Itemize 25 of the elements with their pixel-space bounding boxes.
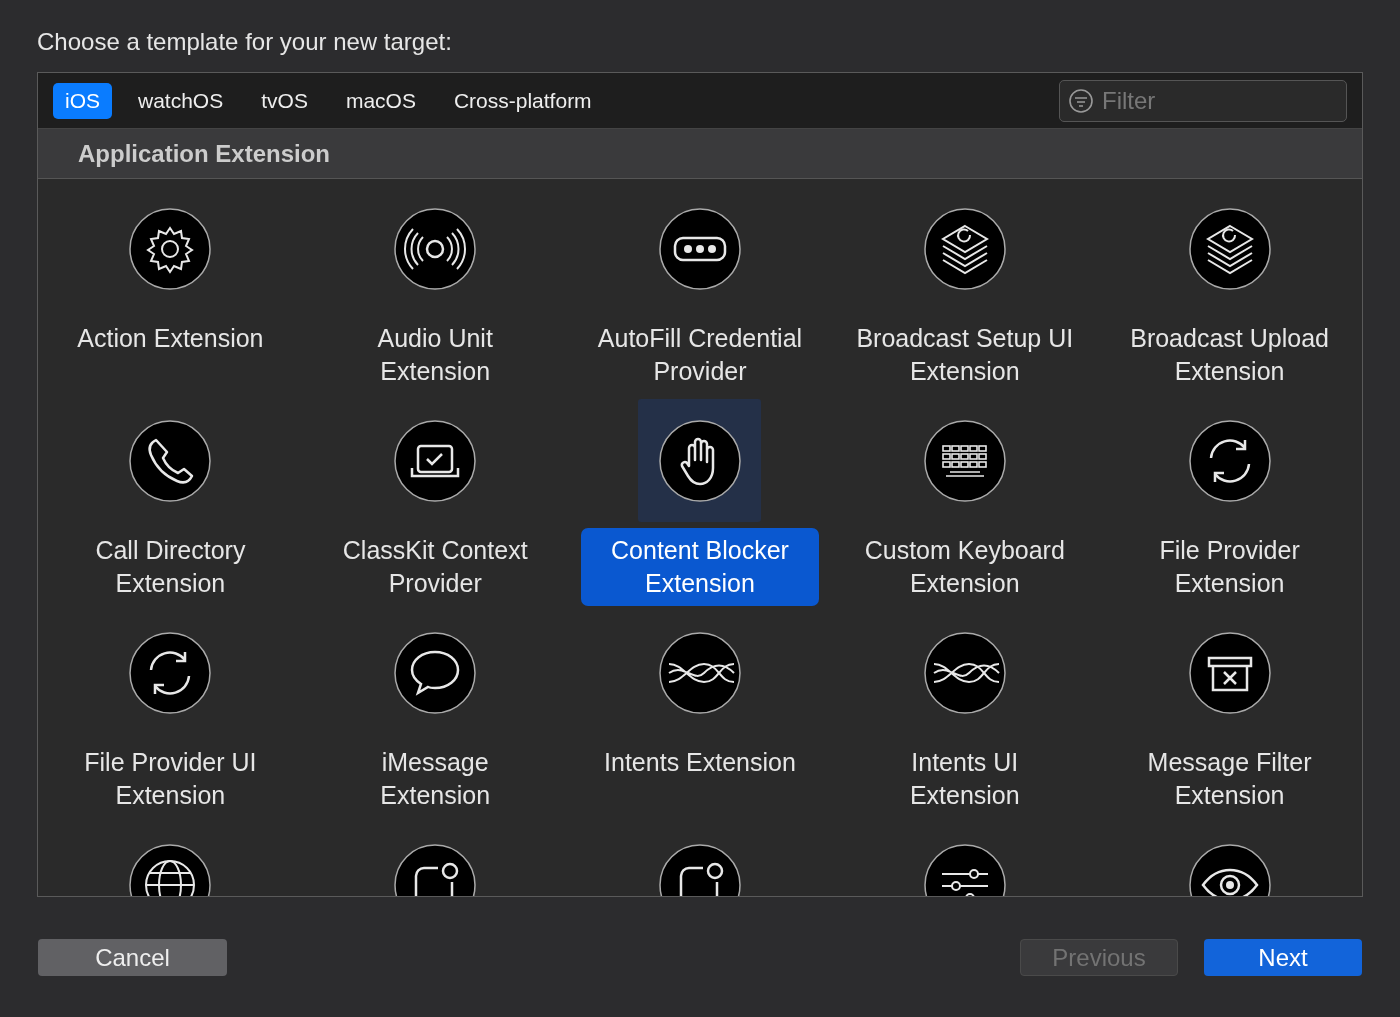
template-label[interactable]: Intents Extension	[581, 740, 819, 818]
platform-tab[interactable]: tvOS	[249, 82, 320, 119]
template-label[interactable]: Message Filter Extension	[1110, 740, 1349, 818]
template-label[interactable]: Audio Unit Extension	[316, 316, 555, 394]
template-label[interactable]: AutoFill Credential Provider	[581, 316, 819, 394]
template-label[interactable]: iMessage Extension	[316, 740, 555, 818]
platform-tab[interactable]: macOS	[333, 82, 428, 119]
section-title: Application Extension	[78, 139, 331, 168]
template-label[interactable]: Broadcast Upload Extension	[1110, 316, 1349, 394]
template-label[interactable]: Intents UI Extension	[845, 740, 1084, 818]
dialog-prompt: Choose a template for your new target:	[37, 28, 453, 56]
platform-tab[interactable]: watchOS	[126, 82, 236, 119]
template-label[interactable]: File Provider UI Extension	[51, 740, 290, 818]
template-label[interactable]: Content Blocker Extension	[581, 528, 819, 606]
next-button[interactable]: Next	[1204, 939, 1362, 976]
template-label[interactable]: Broadcast Setup UI Extension	[845, 316, 1084, 394]
template-label[interactable]: Call Directory Extension	[51, 528, 290, 606]
template-label[interactable]: ClassKit Context Provider	[316, 528, 555, 606]
cancel-button[interactable]: Cancel	[38, 939, 227, 976]
template-label[interactable]: Custom Keyboard Extension	[845, 528, 1084, 606]
platform-tab[interactable]: Cross-platform	[441, 82, 604, 119]
platform-tab[interactable]: iOS	[53, 82, 112, 119]
template-label[interactable]: Action Extension	[51, 316, 290, 394]
template-label[interactable]: File Provider Extension	[1110, 528, 1349, 606]
filter-field[interactable]: Filter	[1059, 79, 1347, 122]
